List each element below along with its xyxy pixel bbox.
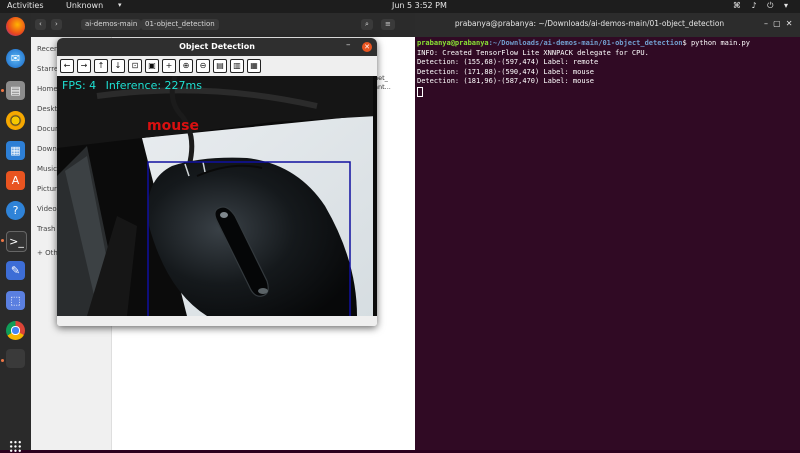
system-tray[interactable]: ⌘ ♪ ⏻ ▾ [733, 1, 792, 11]
pan-down-icon[interactable]: ↓ [111, 59, 125, 73]
output-line: INFO: Created TensorFlow Lite XNNPACK de… [417, 48, 649, 57]
text-cursor [417, 86, 423, 97]
zoom-original-icon[interactable]: ▣ [145, 59, 159, 73]
path-segment[interactable]: 01-object_detection [141, 19, 219, 30]
firefox-icon[interactable] [6, 17, 25, 36]
inference-readout: Inference: 227ms [105, 79, 202, 92]
dock: ✉ ▤ ▦ A ? >_ ✎ ⬚ [0, 13, 31, 453]
chevron-down-icon: ▾ [118, 1, 122, 9]
running-indicator [1, 239, 4, 242]
files-icon[interactable]: ▤ [6, 81, 25, 100]
output-line: Detection: (181,96)-(587,470) Label: mou… [417, 77, 595, 86]
save-icon[interactable]: ▤ [213, 59, 227, 73]
path-segment[interactable]: ai-demos-main [81, 19, 142, 30]
stats-overlay: FPS: 4 Inference: 227ms [62, 79, 208, 92]
activities-button[interactable]: Activities [7, 1, 44, 10]
pan-left-icon[interactable]: ← [60, 59, 74, 73]
pan-right-icon[interactable]: → [77, 59, 91, 73]
top-bar: Activities Unknown ▾ Jun 5 3:52 PM ⌘ ♪ ⏻… [0, 0, 800, 13]
menu-icon[interactable]: ≡ [381, 19, 395, 30]
toolbar: ← → ↑ ↓ ⊡ ▣ + ⊕ ⊖ ▤ ▥ ▦ [57, 56, 377, 76]
prompt-path: :~/Downloads/ai-demos-main/01-object_det… [488, 39, 683, 47]
output-line: Detection: (171,88)-(590,474) Label: mou… [417, 67, 595, 76]
back-button[interactable]: ‹ [35, 19, 46, 30]
forward-button[interactable]: › [51, 19, 62, 30]
output-line: Detection: (155,68)-(597,474) Label: rem… [417, 58, 599, 67]
software-center-icon[interactable]: A [6, 171, 25, 190]
copy-icon[interactable]: ▥ [230, 59, 244, 73]
terminal-header: prabanya@prabanya: ~/Downloads/ai-demos-… [415, 13, 800, 37]
fps-readout: FPS: 4 [62, 79, 97, 92]
app-menu[interactable]: Unknown [66, 1, 103, 10]
sidebar-item[interactable]: Trash [37, 225, 56, 233]
zoom-in-icon[interactable]: + [162, 59, 176, 73]
running-indicator [1, 359, 4, 362]
zoom-fit-icon[interactable]: ⊡ [128, 59, 142, 73]
prompt-user: prabanya@prabanya [417, 39, 489, 47]
sidebar-item[interactable]: Music [37, 165, 57, 173]
chrome-icon[interactable] [6, 321, 25, 340]
detection-label: mouse [147, 118, 200, 134]
show-applications-icon[interactable] [9, 440, 22, 453]
files-header: ‹ › ai-demos-main 01-object_detection ⌕ … [31, 13, 415, 37]
thunderbird-icon[interactable]: ✉ [6, 49, 25, 68]
zoom-in-magnifier-icon[interactable]: ⊕ [179, 59, 193, 73]
window-controls[interactable]: – ▢ ✕ [764, 19, 794, 28]
window-title: Object Detection [57, 38, 377, 56]
camera-frame[interactable]: FPS: 4 Inference: 227ms mouse [57, 76, 377, 316]
screenshot-icon[interactable]: ⬚ [6, 291, 25, 310]
terminal-window[interactable]: prabanya@prabanya: ~/Downloads/ai-demos-… [415, 13, 800, 450]
terminal-icon[interactable]: >_ [6, 231, 27, 252]
properties-icon[interactable]: ▦ [247, 59, 261, 73]
writer-icon[interactable]: ▦ [6, 141, 25, 160]
sidebar-item[interactable]: Home [37, 85, 58, 93]
close-button[interactable]: ✕ [362, 42, 372, 52]
terminal-title: prabanya@prabanya: ~/Downloads/ai-demos-… [454, 19, 725, 28]
clock[interactable]: Jun 5 3:52 PM [392, 1, 447, 10]
python-app-icon[interactable] [6, 349, 25, 368]
window-footer [57, 316, 377, 326]
pan-up-icon[interactable]: ↑ [94, 59, 108, 73]
minimize-button[interactable]: – [346, 40, 351, 50]
running-indicator [1, 89, 4, 92]
search-icon[interactable]: ⌕ [361, 19, 373, 30]
terminal-output[interactable]: prabanya@prabanya:~/Downloads/ai-demos-m… [417, 39, 800, 100]
camera-image [57, 76, 377, 316]
object-detection-window[interactable]: Object Detection – ✕ ← → ↑ ↓ ⊡ ▣ + ⊕ ⊖ ▤… [57, 38, 377, 326]
zoom-out-icon[interactable]: ⊖ [196, 59, 210, 73]
command: $ python main.py [682, 39, 750, 47]
text-editor-icon[interactable]: ✎ [6, 261, 25, 280]
help-icon[interactable]: ? [6, 201, 25, 220]
rhythmbox-icon[interactable] [6, 111, 25, 130]
